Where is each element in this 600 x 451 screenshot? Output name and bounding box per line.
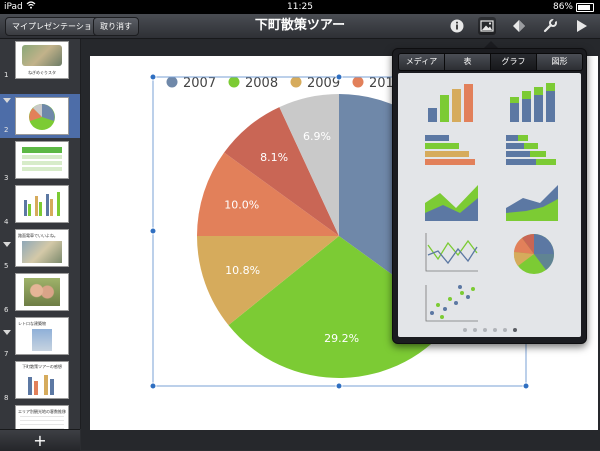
tab-media[interactable]: メディア: [399, 54, 445, 70]
resize-handle-bottom-left[interactable]: [149, 382, 157, 390]
legend-swatch: [166, 76, 178, 88]
page-dot: [462, 328, 467, 332]
insert-category-tabs: メディア 表 グラフ 図形: [398, 53, 583, 71]
popover-arrow: [484, 41, 498, 48]
chart-legend: 2007 2008 2009 2010: [166, 76, 402, 91]
insert-popover: メディア 表 グラフ 図形: [392, 48, 587, 344]
area-chart-option[interactable]: [425, 185, 478, 221]
scatter-chart-option[interactable]: [425, 285, 478, 322]
resize-handle-top-left[interactable]: [149, 73, 157, 81]
page-dot: [492, 328, 497, 332]
stacked-area-chart-option[interactable]: [506, 185, 558, 221]
chart-gallery: [398, 73, 581, 337]
legend-label: 2009: [307, 76, 340, 91]
pie-chart-option[interactable]: [513, 234, 554, 274]
pie-slice-label: 6.9%: [303, 130, 331, 143]
tab-shapes[interactable]: 図形: [537, 54, 582, 70]
legend-swatch: [290, 76, 302, 88]
legend-label: 2007: [183, 76, 216, 91]
pie-slice-label: 29.2%: [324, 332, 359, 345]
resize-handle-bottom-right[interactable]: [522, 382, 530, 390]
pie-slice-label: 8.1%: [260, 151, 288, 164]
stacked-horizontal-bar-chart-option[interactable]: [506, 135, 556, 165]
page-dot-current: [512, 328, 517, 332]
page-indicator[interactable]: [398, 328, 581, 332]
pie-slice-label: 10.0%: [224, 198, 259, 211]
stacked-bar-chart-option[interactable]: [510, 83, 555, 122]
chart-type-grid: [425, 83, 558, 322]
tab-chart[interactable]: グラフ: [491, 54, 537, 70]
page-dot: [502, 328, 507, 332]
legend-label: 2008: [245, 76, 278, 91]
legend-swatch: [228, 76, 240, 88]
resize-handle-bottom[interactable]: [335, 382, 343, 390]
line-chart-option[interactable]: [425, 233, 478, 272]
resize-handle-left[interactable]: [149, 227, 157, 235]
page-dot: [482, 328, 487, 332]
tab-table[interactable]: 表: [445, 54, 491, 70]
horizontal-bar-chart-option[interactable]: [425, 135, 475, 165]
bar-chart-option[interactable]: [428, 84, 473, 122]
legend-swatch: [352, 76, 364, 88]
page-dot: [472, 328, 477, 332]
pie-slice-label: 10.8%: [225, 264, 260, 277]
resize-handle-top[interactable]: [335, 73, 343, 81]
